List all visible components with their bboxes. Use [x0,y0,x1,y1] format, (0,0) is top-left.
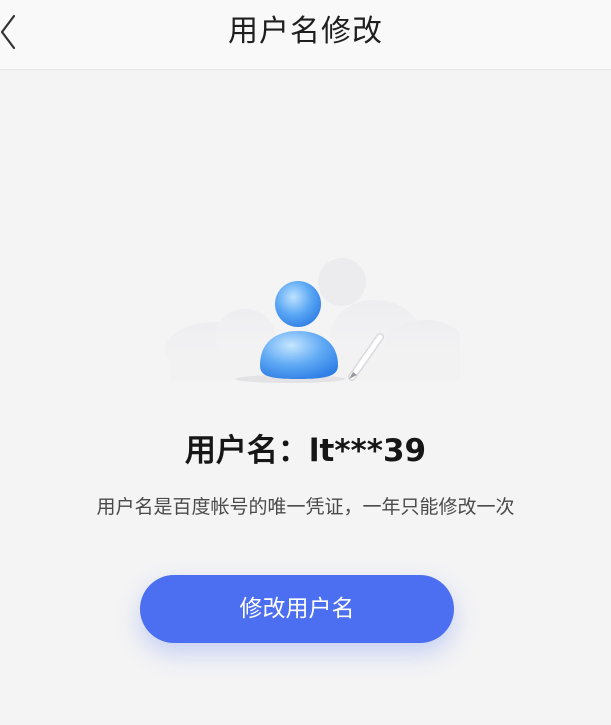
modify-username-button[interactable]: 修改用户名 [140,575,454,643]
username-display: 用户名：lt***39 [184,433,427,469]
user-edit-illustration [160,255,460,395]
page-title: 用户名修改 [228,14,383,49]
top-bar: 用户名修改 [0,0,611,70]
username-description: 用户名是百度帐号的唯一凭证，一年只能修改一次 [96,496,515,518]
